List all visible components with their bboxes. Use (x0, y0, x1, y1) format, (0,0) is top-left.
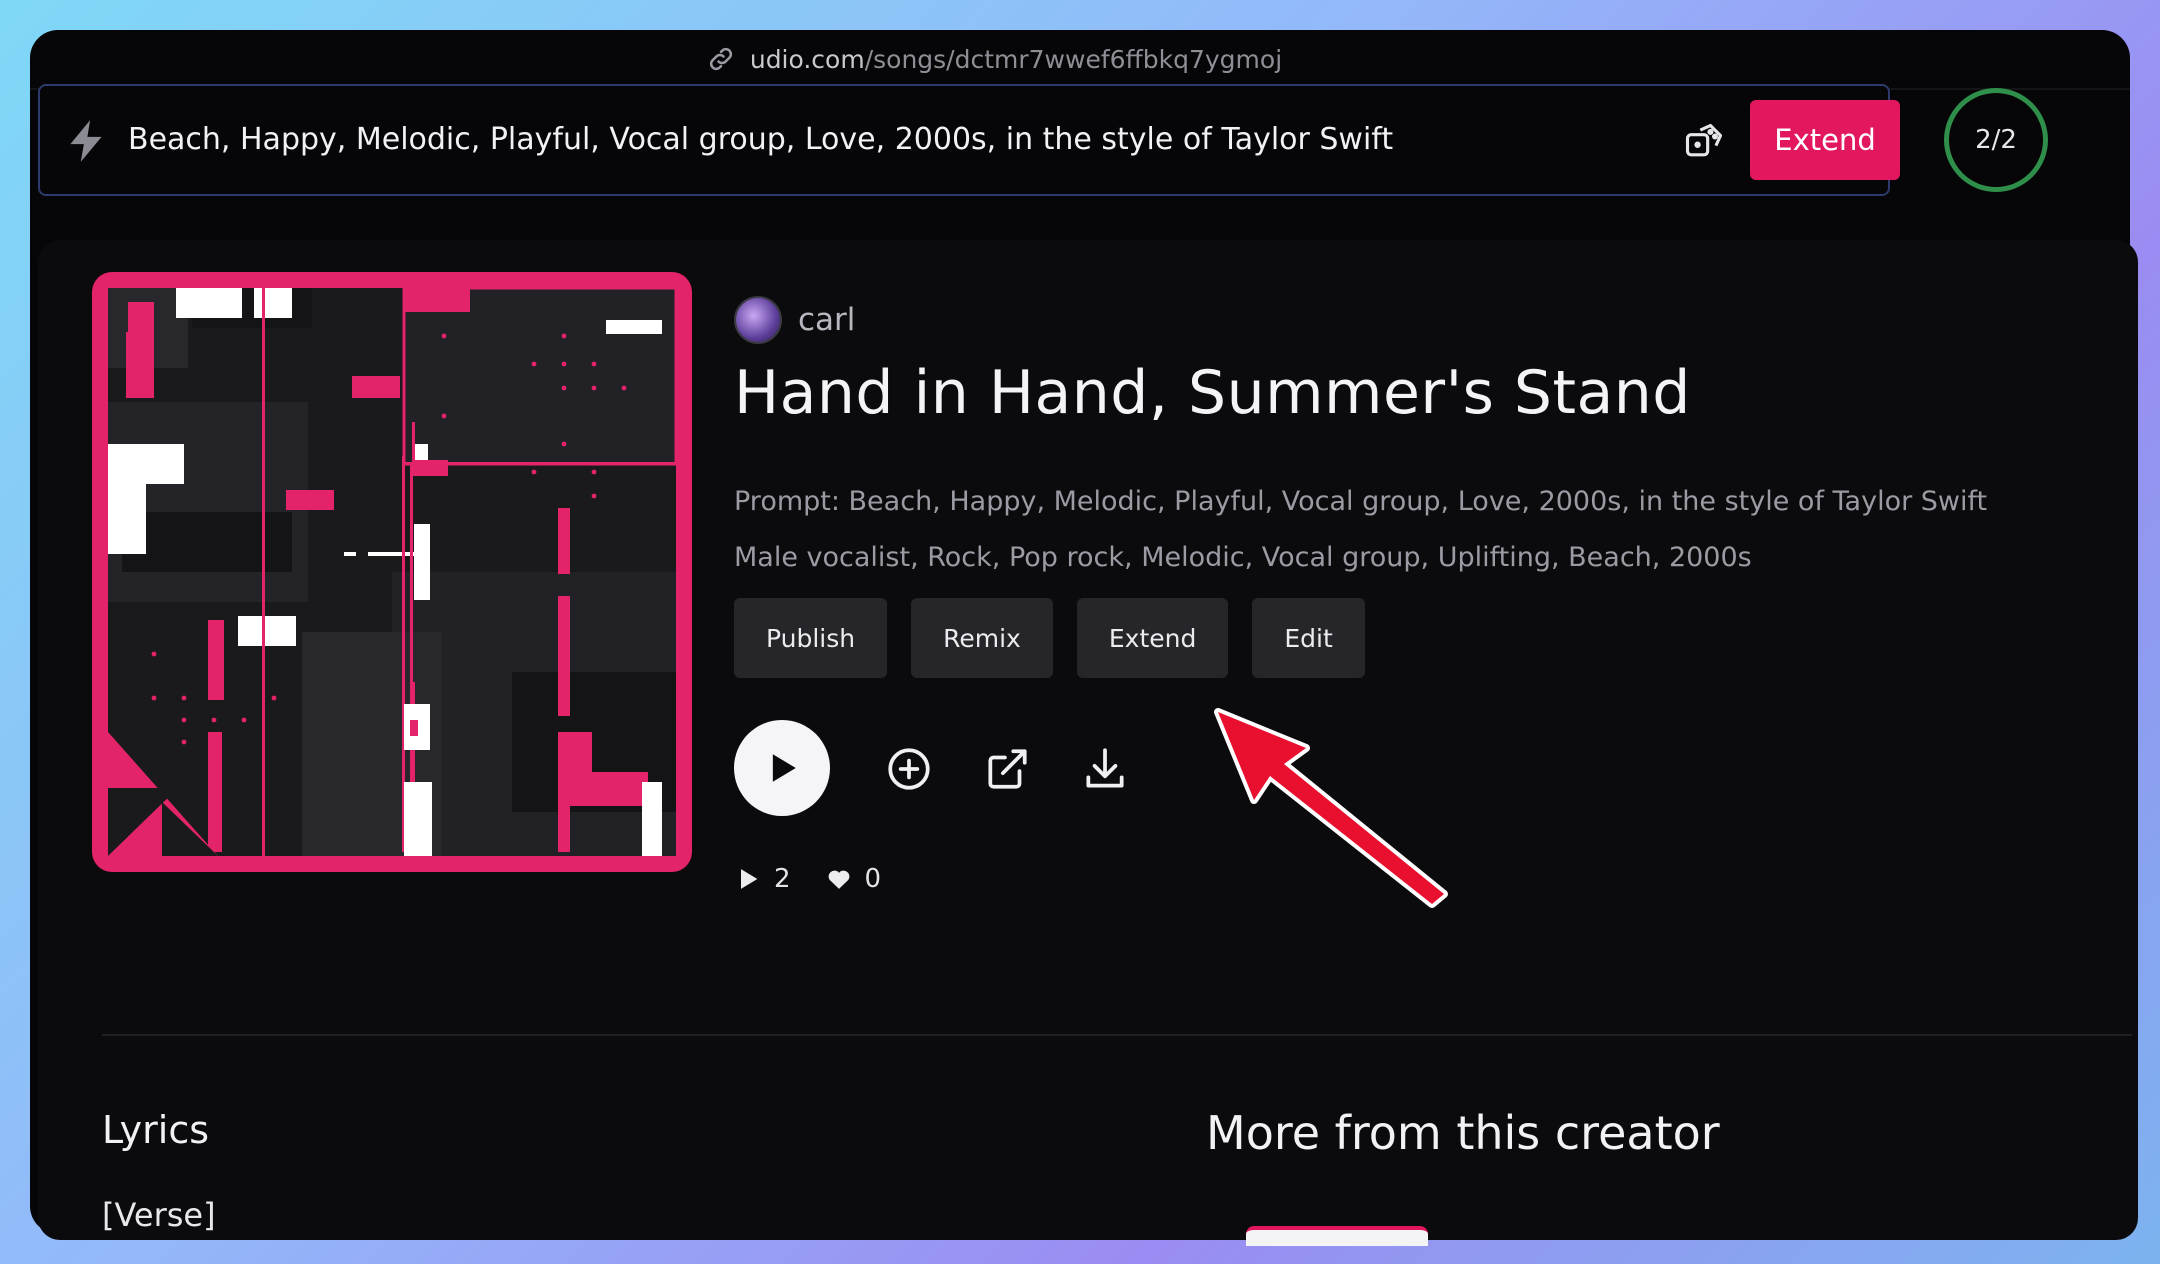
song-tags: Male vocalist, Rock, Pop rock, Melodic, … (734, 542, 1752, 573)
more-song-thumbnail[interactable] (1246, 1226, 1428, 1246)
link-icon (706, 44, 736, 74)
creator-name[interactable]: carl (798, 302, 855, 338)
lyrics-heading: Lyrics (102, 1108, 210, 1152)
play-icon (772, 754, 796, 782)
prompt-input[interactable]: Beach, Happy, Melodic, Playful, Vocal gr… (38, 84, 1900, 196)
lyrics-first-line: [Verse] (102, 1196, 216, 1234)
url-host: udio.com (749, 44, 865, 74)
song-stats: 2 0 (734, 864, 881, 894)
prompt-text[interactable]: Beach, Happy, Melodic, Playful, Vocal gr… (128, 122, 1393, 157)
song-prompt: Prompt: Beach, Happy, Melodic, Playful, … (734, 486, 1988, 517)
annotation-arrow (1214, 708, 1448, 908)
edit-button[interactable]: Edit (1252, 598, 1365, 678)
song-cover-art (92, 272, 692, 872)
creator-row[interactable]: carl (734, 296, 855, 344)
download-icon[interactable] (1080, 744, 1130, 794)
avatar[interactable] (734, 296, 782, 344)
url-bar[interactable]: udio.com/songs/dctmr7wwef6ffbkq7ygmoj (30, 30, 2130, 90)
add-icon[interactable] (884, 744, 934, 794)
more-from-creator-heading: More from this creator (1206, 1106, 1720, 1160)
url-path: /songs/dctmr7wwef6ffbkq7ygmoj (864, 44, 1283, 74)
extend-button-top[interactable]: Extend (1750, 100, 1900, 180)
remix-button[interactable]: Remix (911, 598, 1053, 678)
song-actions: Publish Remix Extend Edit (734, 598, 1365, 678)
dice-icon[interactable] (1682, 120, 1726, 164)
section-divider (102, 1034, 2132, 1036)
heart-icon[interactable] (825, 865, 853, 893)
generation-counter: 2/2 (1944, 88, 2048, 192)
song-title: Hand in Hand, Summer's Stand (734, 358, 1691, 428)
play-count: 2 (774, 864, 791, 894)
play-button[interactable] (734, 720, 830, 816)
publish-button[interactable]: Publish (734, 598, 888, 678)
extend-button[interactable]: Extend (1076, 598, 1229, 678)
share-icon[interactable] (982, 744, 1032, 794)
play-icon (741, 869, 758, 889)
like-count: 0 (864, 864, 882, 894)
bolt-icon (62, 116, 112, 166)
